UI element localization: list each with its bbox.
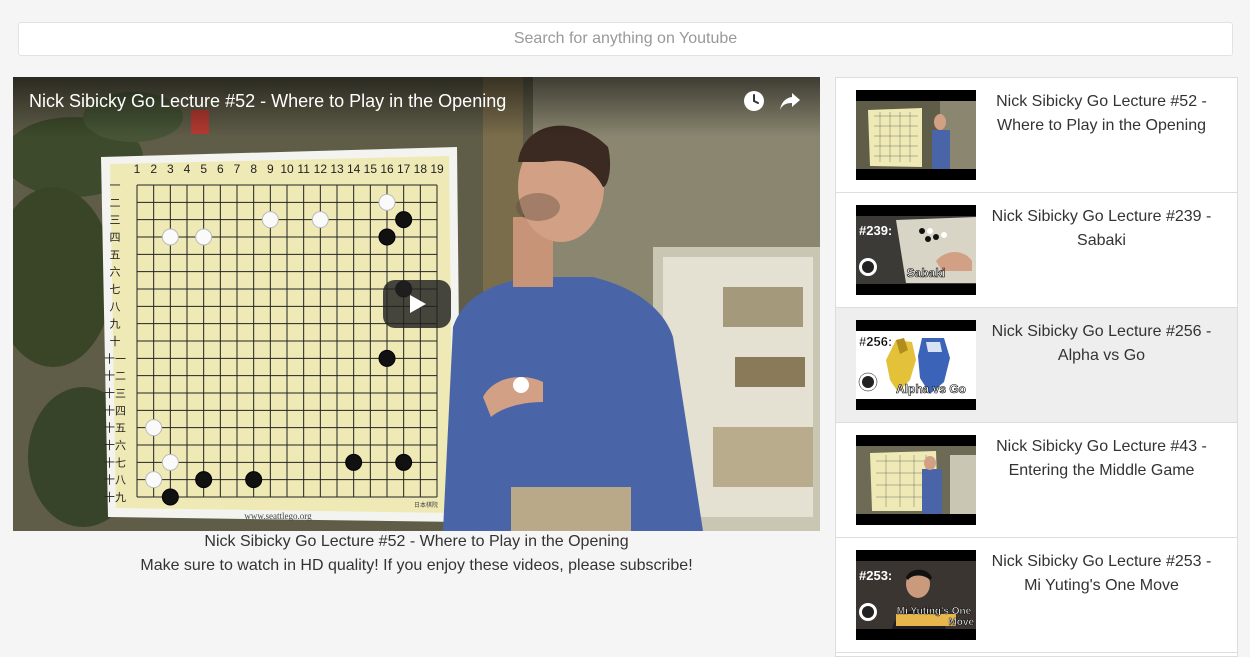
- black-stone: [395, 453, 413, 471]
- board-row-label: 十: [110, 334, 121, 348]
- white-stone: [161, 228, 179, 246]
- search-bar: [18, 22, 1233, 56]
- white-stone: [261, 211, 279, 229]
- board-col-label: 18: [414, 162, 428, 176]
- video-player[interactable]: 1 2 3 4 5 6 7 8 9 10 11 12 13 14 15 16 17 18 19 一二三四五六七八九十…: [13, 77, 820, 531]
- board-row-label: 七: [110, 283, 121, 296]
- white-stone: [378, 193, 396, 211]
- board-col-label: 4: [184, 162, 191, 176]
- board-row-label: 十八: [104, 473, 126, 487]
- board-row-label: 五: [110, 248, 121, 261]
- video-description: Make sure to watch in HD quality! If you…: [140, 557, 693, 574]
- white-stone: [145, 471, 163, 489]
- playlist-item[interactable]: Nick Sibicky Go Lecture #52 - Where to P…: [836, 78, 1237, 193]
- go-board-image: 1 2 3 4 5 6 7 8 9 10 11 12 13 14 15 16 17 18 19 一二三四五六七八九十…: [101, 147, 461, 522]
- thumbnail-number: #256:: [859, 334, 892, 349]
- thumbnail-caption: Sabaki: [907, 266, 946, 280]
- board-col-label: 1: [134, 162, 141, 176]
- video-title: Nick Sibicky Go Lecture #52 - Where to P…: [204, 533, 629, 550]
- playlist-item-label: Nick Sibicky Go Lecture #256 - Alpha vs …: [991, 323, 1212, 364]
- video-thumbnail: #239: Sabaki: [856, 205, 976, 295]
- board-maker-mark: 日本棋院: [414, 501, 438, 509]
- board-col-label: 9: [267, 162, 274, 176]
- black-stone: [378, 228, 396, 246]
- board-row-label: 十四: [104, 403, 126, 417]
- board-col-label: 2: [150, 162, 157, 176]
- playlist-item-label: Nick Sibicky Go Lecture #43 - Entering t…: [996, 438, 1207, 479]
- white-stone: [145, 419, 163, 437]
- board-col-label: 11: [297, 162, 310, 176]
- board-col-label: 14: [347, 162, 361, 176]
- black-stone: [161, 488, 179, 506]
- board-row-label: 三: [110, 214, 121, 227]
- video-thumbnail: [856, 90, 976, 180]
- playlist-item-label: Nick Sibicky Go Lecture #239 - Sabaki: [991, 208, 1212, 249]
- board-col-label: 10: [280, 162, 294, 176]
- board-row-label: 十二: [104, 369, 126, 383]
- black-stone: [378, 349, 396, 367]
- board-row-label: 十九: [104, 490, 126, 504]
- thumbnail-number: #239:: [859, 223, 892, 238]
- board-row-label: 六: [110, 266, 121, 279]
- playlist-item-label: Nick Sibicky Go Lecture #253 - Mi Yuting…: [991, 553, 1212, 594]
- playlist-item-label: Nick Sibicky Go Lecture #52 - Where to P…: [996, 93, 1207, 134]
- black-stone: [395, 211, 413, 229]
- white-stone: [311, 211, 329, 229]
- search-input[interactable]: [18, 22, 1233, 56]
- board-col-label: 13: [330, 162, 344, 176]
- white-stone: [195, 228, 213, 246]
- board-row-label: 二: [110, 196, 121, 209]
- black-stone: [195, 471, 213, 489]
- play-button[interactable]: [383, 280, 451, 328]
- playlist: Nick Sibicky Go Lecture #52 - Where to P…: [835, 77, 1238, 657]
- video-thumbnail: #256: Alpha vs Go: [856, 320, 976, 410]
- board-row-label: 一: [110, 179, 121, 192]
- board-col-label: 6: [217, 162, 224, 176]
- board-col-label: 16: [380, 162, 394, 176]
- thumbnail-caption: Alpha vs Go: [896, 382, 966, 396]
- board-row-label: 八: [110, 300, 121, 313]
- playlist-item[interactable]: #253: Mi Yuting's One Move Nick Sibicky …: [836, 538, 1237, 653]
- board-col-label: 3: [167, 162, 174, 176]
- board-col-label: 19: [430, 162, 444, 176]
- board-row-label: 四: [110, 231, 121, 244]
- board-row-label: 九: [110, 318, 121, 331]
- player-title[interactable]: Nick Sibicky Go Lecture #52 - Where to P…: [29, 91, 506, 112]
- board-col-label: 8: [250, 162, 257, 176]
- board-footer-text: www.seattlego.org: [244, 511, 312, 521]
- board-row-label: 十三: [104, 386, 126, 400]
- share-icon[interactable]: [778, 89, 802, 113]
- board-row-label: 十六: [104, 438, 126, 452]
- play-icon: [410, 295, 426, 313]
- board-col-label: 15: [364, 162, 378, 176]
- video-thumbnail: #253: Mi Yuting's One Move: [856, 550, 976, 640]
- board-col-label: 17: [397, 162, 411, 176]
- board-row-label: 十五: [104, 421, 126, 435]
- board-col-label: 12: [314, 162, 328, 176]
- board-row-label: 十七: [104, 455, 126, 469]
- playlist-item-active[interactable]: #256: Alpha vs Go Nick Sibicky Go Lectur…: [836, 308, 1237, 423]
- watch-later-icon[interactable]: [742, 89, 766, 113]
- thumbnail-number: #253:: [859, 568, 892, 583]
- playlist-item[interactable]: #239: Sabaki Nick Sibicky Go Lecture #23…: [836, 193, 1237, 308]
- board-row-label: 十一: [104, 351, 126, 365]
- video-thumbnail: [856, 435, 976, 525]
- playlist-item[interactable]: Nick Sibicky Go Lecture #43 - Entering t…: [836, 423, 1237, 538]
- white-stone: [161, 453, 179, 471]
- board-col-label: 7: [234, 162, 241, 176]
- black-stone: [245, 471, 263, 489]
- board-col-label: 5: [200, 162, 207, 176]
- black-stone: [345, 453, 363, 471]
